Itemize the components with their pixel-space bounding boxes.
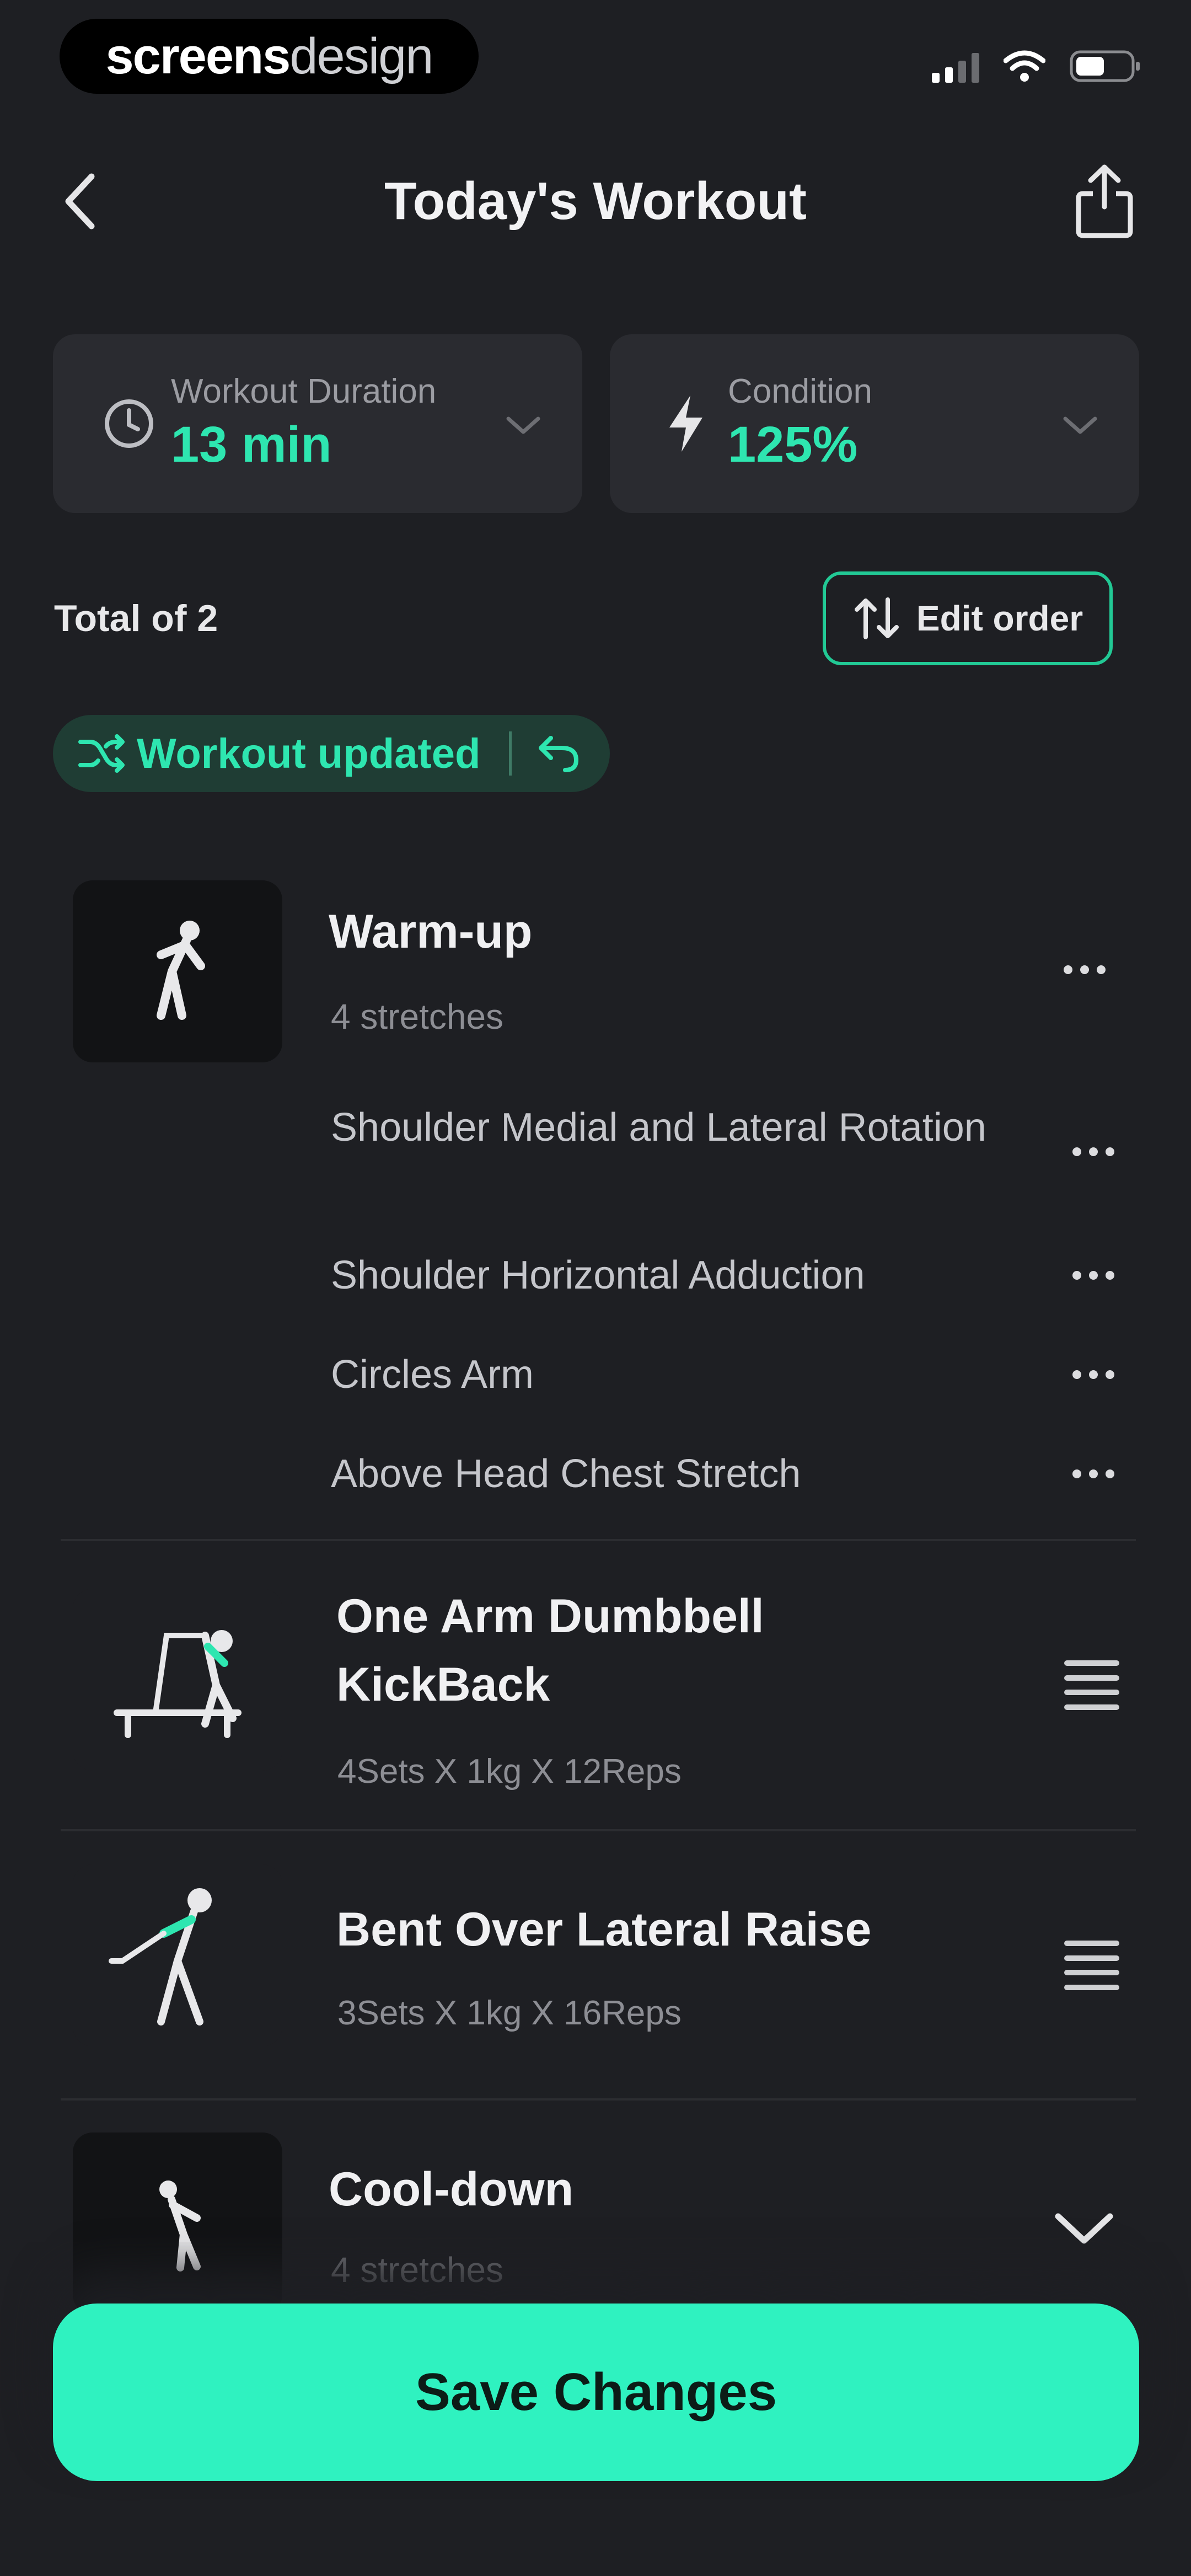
share-icon bbox=[1076, 164, 1133, 238]
drag-handle-icon[interactable] bbox=[1064, 1941, 1119, 1990]
exercise-thumbnail bbox=[73, 1864, 282, 2046]
brand-light: design bbox=[289, 28, 433, 84]
warmup-item-more-button[interactable] bbox=[1058, 1259, 1129, 1292]
share-button[interactable] bbox=[1069, 160, 1140, 243]
edit-order-label: Edit order bbox=[916, 598, 1083, 638]
total-count: Total of 2 bbox=[54, 597, 218, 639]
cooldown-subtitle: 4 stretches bbox=[331, 2250, 504, 2290]
condition-label: Condition bbox=[728, 372, 872, 410]
divider bbox=[61, 1539, 1136, 1541]
chevron-down-icon bbox=[1061, 406, 1099, 445]
page-title: Today's Workout bbox=[384, 172, 807, 231]
battery-icon bbox=[1070, 50, 1140, 82]
undo-button[interactable] bbox=[534, 729, 583, 778]
shuffle-icon bbox=[78, 734, 126, 773]
clock-icon bbox=[100, 395, 158, 452]
divider bbox=[61, 1829, 1136, 1831]
workout-updated-pill: Workout updated bbox=[53, 715, 610, 792]
warmup-title: Warm-up bbox=[329, 905, 533, 958]
more-icon bbox=[1064, 965, 1072, 974]
warmup-item: Above Head Chest Stretch bbox=[331, 1452, 801, 1496]
stretch-figure-icon bbox=[157, 921, 205, 1020]
brand-bold: screens bbox=[105, 28, 291, 84]
chevron-down-icon bbox=[504, 406, 543, 445]
save-changes-label: Save Changes bbox=[415, 2363, 777, 2422]
exercise-detail: 3Sets X 1kg X 16Reps bbox=[337, 1994, 682, 2032]
duration-label: Workout Duration bbox=[171, 372, 437, 410]
warmup-item-more-button[interactable] bbox=[1058, 1358, 1129, 1391]
dumbbell-kickback-figure-icon bbox=[114, 1630, 242, 1738]
divider bbox=[61, 2098, 1136, 2101]
cooldown-title: Cool-down bbox=[329, 2163, 574, 2216]
lateral-raise-figure-icon bbox=[109, 1888, 212, 2025]
duration-card[interactable]: Workout Duration 13 min bbox=[53, 334, 582, 513]
exercise-detail: 4Sets X 1kg X 12Reps bbox=[337, 1752, 682, 1791]
pill-divider bbox=[509, 731, 512, 776]
warmup-item-more-button[interactable] bbox=[1058, 1457, 1129, 1490]
exercise-title: One Arm Dumbbell KickBack bbox=[336, 1590, 764, 1711]
condition-value: 125% bbox=[728, 416, 858, 473]
warmup-more-button[interactable] bbox=[1049, 953, 1120, 986]
status-icons bbox=[932, 44, 1141, 88]
warmup-subtitle: 4 stretches bbox=[331, 997, 504, 1036]
warmup-thumbnail bbox=[73, 880, 282, 1062]
warmup-item-more-button[interactable] bbox=[1058, 1135, 1129, 1168]
cooldown-expand-button[interactable] bbox=[1045, 2206, 1123, 2251]
save-changes-button[interactable]: Save Changes bbox=[53, 2304, 1139, 2481]
duration-value: 13 min bbox=[171, 416, 332, 473]
wifi-icon bbox=[1004, 50, 1045, 82]
sort-icon bbox=[854, 597, 899, 639]
stretch-figure-icon bbox=[159, 2180, 201, 2272]
bolt-icon bbox=[657, 395, 715, 452]
warmup-item: Shoulder Horizontal Adduction bbox=[331, 1253, 865, 1297]
warmup-item: Circles Arm bbox=[331, 1353, 534, 1397]
chevron-down-icon bbox=[1055, 2213, 1113, 2244]
signal-icon bbox=[932, 50, 979, 83]
brand-watermark: screens design bbox=[60, 19, 479, 94]
workout-updated-label: Workout updated bbox=[137, 730, 481, 777]
edit-order-button[interactable]: Edit order bbox=[823, 571, 1113, 665]
undo-icon bbox=[539, 736, 579, 772]
condition-card[interactable]: Condition 125% bbox=[610, 334, 1139, 513]
cooldown-thumbnail bbox=[73, 2133, 282, 2315]
drag-handle-icon[interactable] bbox=[1064, 1660, 1119, 1710]
warmup-item: Shoulder Medial and Lateral Rotation bbox=[331, 1105, 986, 1150]
exercise-thumbnail bbox=[73, 1589, 282, 1771]
exercise-title: Bent Over Lateral Raise bbox=[336, 1903, 872, 1956]
